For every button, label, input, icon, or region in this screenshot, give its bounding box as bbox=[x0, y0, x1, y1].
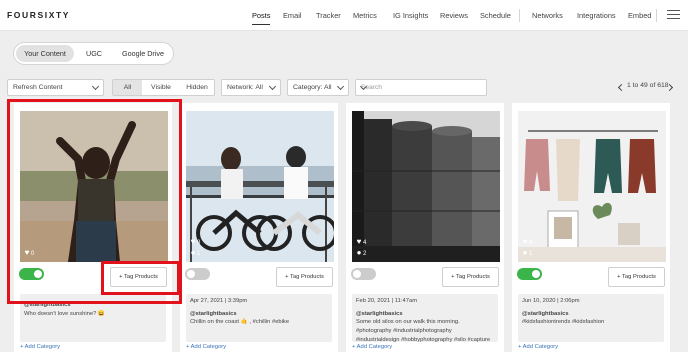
visibility-toggle[interactable] bbox=[351, 268, 376, 280]
refresh-content-label: Refresh Content bbox=[13, 84, 63, 91]
chevron-down-icon bbox=[91, 82, 100, 91]
post-image[interactable]: ♥ 8 ● 1 bbox=[186, 111, 334, 262]
chevron-down-icon bbox=[268, 82, 277, 91]
nav-posts[interactable]: Posts bbox=[252, 11, 271, 25]
post-date: Apr 27, 2021 | 3:39pm bbox=[190, 298, 248, 304]
post-caption: Who doesn't love sunshine? 😄 bbox=[24, 310, 106, 317]
post-caption: Chillin on the coast 🤙 , #chillin #ebike bbox=[190, 319, 290, 326]
post-user[interactable]: @starlightbasics bbox=[190, 310, 328, 319]
nav-integrations[interactable]: Integrations bbox=[577, 11, 616, 20]
comment-icon: ● bbox=[522, 248, 528, 257]
post-card: ♥ 8 ● 1 + Tag Products Apr 27, 2021 | 3:39… bbox=[180, 103, 338, 352]
tag-products-button[interactable]: + Tag Products bbox=[442, 267, 499, 287]
comments-count: 1 bbox=[529, 251, 533, 257]
filter-all[interactable]: All bbox=[113, 80, 142, 95]
post-card: ♥ 8 ● 1 + Tag Products Jun 10, 2020 | 2:06… bbox=[512, 103, 670, 352]
nav-divider bbox=[519, 9, 520, 22]
category-select[interactable]: Category: All bbox=[287, 79, 349, 96]
filter-visible[interactable]: Visible bbox=[142, 80, 180, 95]
nav-embed[interactable]: Embed bbox=[628, 11, 651, 20]
add-category-link[interactable]: + Add Category bbox=[20, 344, 60, 350]
likes-count: 4 bbox=[363, 240, 367, 246]
post-stats: ♥ 8 ● 1 bbox=[521, 237, 533, 259]
nav-divider bbox=[656, 9, 657, 22]
toggle-knob bbox=[187, 270, 195, 278]
ebikes-coast-photo bbox=[186, 111, 334, 262]
next-page-icon[interactable] bbox=[665, 83, 674, 92]
add-category-link[interactable]: + Add Category bbox=[352, 344, 392, 350]
tag-products-button[interactable]: + Tag Products bbox=[276, 267, 333, 287]
pagination-range: 1 to 49 of 618 bbox=[627, 82, 669, 89]
nav-schedule[interactable]: Schedule bbox=[480, 11, 511, 20]
post-image[interactable]: ♥ 4 ● 2 bbox=[352, 111, 500, 262]
toggle-knob bbox=[532, 270, 540, 278]
post-meta: Jun 10, 2020 | 2:06pm @starlightbasics #… bbox=[518, 294, 664, 342]
comments-count: 1 bbox=[197, 251, 201, 257]
nav-reviews[interactable]: Reviews bbox=[440, 11, 468, 20]
tab-google-drive[interactable]: Google Drive bbox=[114, 45, 172, 62]
post-date: Jun 10, 2020 | 2:06pm bbox=[522, 298, 580, 304]
post-stats: ♥ 4 ● 2 bbox=[355, 237, 367, 259]
tab-your-content[interactable]: Your Content bbox=[16, 45, 74, 62]
post-caption: #kidsfashiontrends #kidsfashion bbox=[522, 319, 605, 326]
heart-icon: ♥ bbox=[522, 237, 528, 246]
nav-tracker[interactable]: Tracker bbox=[316, 11, 341, 20]
network-label: Network: All bbox=[227, 84, 263, 91]
likes-count: 8 bbox=[197, 240, 201, 246]
chevron-down-icon bbox=[336, 82, 345, 91]
logo: FOURSIXTY bbox=[7, 10, 71, 20]
heart-icon: ♥ bbox=[190, 237, 196, 246]
add-category-link[interactable]: + Add Category bbox=[186, 344, 226, 350]
heart-icon: ♥ bbox=[356, 237, 362, 246]
visibility-filter: All Visible Hidden bbox=[112, 79, 215, 96]
hamburger-menu-icon[interactable] bbox=[667, 10, 680, 20]
comments-count: 2 bbox=[363, 251, 367, 257]
post-date: Feb 20, 2021 | 11:47am bbox=[356, 298, 418, 304]
post-caption: Some old silos on our walk this morning.… bbox=[356, 319, 491, 343]
nav-email[interactable]: Email bbox=[283, 11, 301, 20]
tab-ugc[interactable]: UGC bbox=[76, 45, 112, 62]
comment-icon: ● bbox=[190, 248, 196, 257]
post-image[interactable]: ♥ 8 ● 1 bbox=[518, 111, 666, 262]
post-user[interactable]: @starlightbasics bbox=[356, 310, 494, 319]
post-card: ♥ 4 ● 2 + Tag Products Feb 20, 2021 | 11:4… bbox=[346, 103, 504, 352]
prev-page-icon[interactable] bbox=[617, 83, 626, 92]
nav-networks[interactable]: Networks bbox=[532, 11, 563, 20]
filter-hidden[interactable]: Hidden bbox=[180, 80, 214, 95]
comment-icon: ● bbox=[356, 248, 362, 257]
content-source-tabs: Your Content UGC Google Drive bbox=[13, 42, 174, 65]
top-nav: FOURSIXTY Posts Email Tracker Metrics IG… bbox=[0, 0, 688, 31]
silos-photo bbox=[352, 111, 500, 262]
likes-count: 8 bbox=[529, 240, 533, 246]
highlight-tag-button-box bbox=[101, 261, 180, 295]
nav-ig-insights[interactable]: IG Insights bbox=[393, 11, 428, 20]
tag-products-button[interactable]: + Tag Products bbox=[608, 267, 665, 287]
toggle-knob bbox=[353, 270, 361, 278]
network-select[interactable]: Network: All bbox=[221, 79, 281, 96]
add-category-link[interactable]: + Add Category bbox=[518, 344, 558, 350]
nav-metrics[interactable]: Metrics bbox=[353, 11, 377, 20]
search-input[interactable]: Search bbox=[355, 79, 487, 96]
post-meta: Feb 20, 2021 | 11:47am @starlightbasics … bbox=[352, 294, 498, 343]
post-user[interactable]: @starlightbasics bbox=[522, 310, 660, 319]
refresh-content-select[interactable]: Refresh Content bbox=[7, 79, 104, 96]
category-label: Category: All bbox=[293, 84, 332, 91]
visibility-toggle[interactable] bbox=[517, 268, 542, 280]
kids-clothes-photo bbox=[518, 111, 666, 262]
visibility-toggle[interactable] bbox=[185, 268, 210, 280]
post-stats: ♥ 8 ● 1 bbox=[189, 237, 201, 259]
post-meta: Apr 27, 2021 | 3:39pm @starlightbasics C… bbox=[186, 294, 332, 342]
